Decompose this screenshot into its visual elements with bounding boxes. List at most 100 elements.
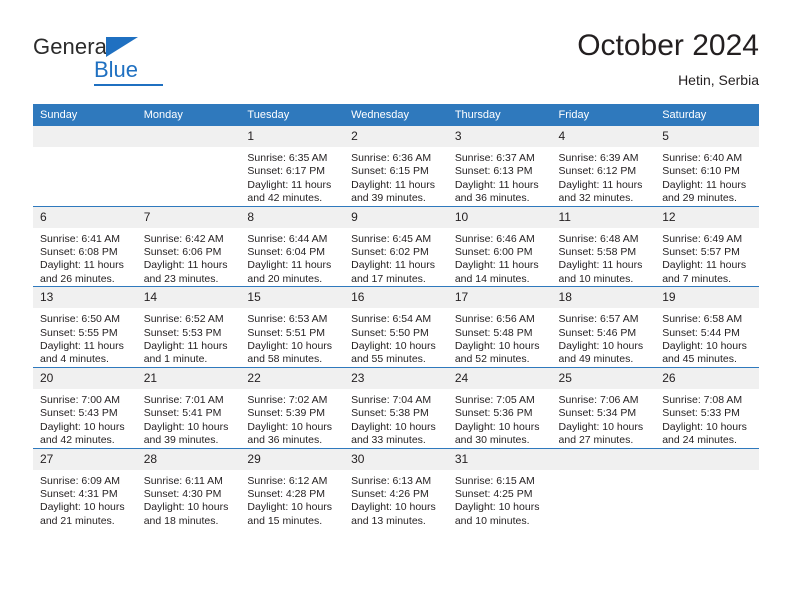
calendar-day-cell[interactable]: 18 Sunrise: 6:57 AM Sunset: 5:46 PM Dayligh… bbox=[551, 286, 656, 368]
sunset-time: Sunset: 4:28 PM bbox=[247, 487, 326, 500]
calendar-day-cell[interactable]: 12 Sunrise: 6:49 AM Sunset: 5:57 PM Dayligh… bbox=[655, 205, 759, 287]
calendar-day-cell[interactable]: 27 Sunrise: 6:09 AM Sunset: 4:31 PM Dayligh… bbox=[33, 447, 137, 529]
calendar-day-cell[interactable]: 24 Sunrise: 7:05 AM Sunset: 5:36 PM Dayligh… bbox=[447, 366, 552, 448]
daylight-duration-line1: Daylight: 10 hours bbox=[454, 501, 540, 514]
day-number: 12 bbox=[655, 206, 759, 228]
day-details: Sunrise: 6:49 AM Sunset: 5:57 PM Daylight:… bbox=[655, 228, 759, 287]
daylight-duration-line2: and 42 minutes. bbox=[40, 434, 115, 447]
calendar-day-cell[interactable]: 1 Sunrise: 6:35 AM Sunset: 6:17 PM Daylight… bbox=[240, 126, 345, 207]
sunset-time: Sunset: 5:41 PM bbox=[143, 407, 222, 420]
calendar-day-cell[interactable]: 23 Sunrise: 7:04 AM Sunset: 5:38 PM Dayligh… bbox=[344, 366, 448, 448]
calendar-day-cell[interactable]: 11 Sunrise: 6:48 AM Sunset: 5:58 PM Dayligh… bbox=[551, 205, 656, 287]
day-details: Sunrise: 6:11 AM Sunset: 4:30 PM Daylight:… bbox=[137, 470, 241, 529]
sunrise-time: Sunrise: 6:09 AM bbox=[40, 474, 120, 487]
sunset-time: Sunset: 4:30 PM bbox=[143, 487, 222, 500]
daylight-duration-line2: and 17 minutes. bbox=[351, 272, 426, 285]
calendar-day-cell[interactable]: 22 Sunrise: 7:02 AM Sunset: 5:39 PM Dayligh… bbox=[240, 366, 345, 448]
calendar-day-cell[interactable]: 14 Sunrise: 6:52 AM Sunset: 5:53 PM Dayligh… bbox=[136, 286, 241, 368]
calendar-day-cell[interactable]: 8 Sunrise: 6:44 AM Sunset: 6:04 PM Daylight… bbox=[240, 205, 345, 287]
daylight-duration-line1: Daylight: 11 hours bbox=[558, 178, 643, 191]
daylight-duration-line2: and 13 minutes. bbox=[351, 514, 426, 527]
sunset-time: Sunset: 5:38 PM bbox=[351, 407, 429, 420]
daylight-duration-line1: Daylight: 10 hours bbox=[558, 340, 644, 353]
day-number: 18 bbox=[551, 287, 656, 309]
daylight-duration-line2: and 27 minutes. bbox=[558, 434, 634, 447]
sunrise-time: Sunrise: 6:50 AM bbox=[40, 313, 120, 326]
day-number: 21 bbox=[136, 367, 241, 389]
calendar-day-cell[interactable]: 3 Sunrise: 6:37 AM Sunset: 6:13 PM Daylight… bbox=[447, 126, 552, 207]
calendar-day-cell[interactable]: 7 Sunrise: 6:42 AM Sunset: 6:06 PM Daylight… bbox=[136, 205, 241, 287]
day-number: 17 bbox=[447, 287, 552, 309]
day-number: 22 bbox=[240, 367, 345, 389]
daylight-duration-line2: and 58 minutes. bbox=[247, 353, 323, 366]
day-number: 26 bbox=[655, 367, 759, 389]
calendar-day-cell[interactable]: 19 Sunrise: 6:58 AM Sunset: 5:44 PM Dayligh… bbox=[655, 286, 759, 368]
daylight-duration-line1: Daylight: 10 hours bbox=[454, 420, 540, 433]
day-details: Sunrise: 6:48 AM Sunset: 5:58 PM Daylight:… bbox=[552, 228, 656, 287]
calendar-day-cell[interactable]: 31 Sunrise: 6:15 AM Sunset: 4:25 PM Dayligh… bbox=[447, 447, 552, 529]
calendar-day-cell[interactable]: 9 Sunrise: 6:45 AM Sunset: 6:02 PM Daylight… bbox=[344, 205, 448, 287]
calendar-day-cell[interactable]: 17 Sunrise: 6:56 AM Sunset: 5:48 PM Dayligh… bbox=[447, 286, 552, 368]
calendar-day-cell[interactable]: 29 Sunrise: 6:12 AM Sunset: 4:28 PM Dayligh… bbox=[240, 447, 345, 529]
calendar-day-cell[interactable]: 25 Sunrise: 7:06 AM Sunset: 5:34 PM Dayligh… bbox=[551, 366, 656, 448]
general-blue-logo[interactable]: General Blue bbox=[33, 34, 263, 92]
daylight-duration-line2: and 32 minutes. bbox=[558, 192, 634, 205]
sunset-time: Sunset: 5:50 PM bbox=[351, 326, 429, 339]
daylight-duration-line2: and 52 minutes. bbox=[454, 353, 530, 366]
calendar-day-cell[interactable]: 30 Sunrise: 6:13 AM Sunset: 4:26 PM Dayligh… bbox=[344, 447, 448, 529]
calendar-day-cell-empty bbox=[33, 126, 137, 207]
daylight-duration-line2: and 26 minutes. bbox=[40, 272, 115, 285]
calendar-day-cell[interactable]: 21 Sunrise: 7:01 AM Sunset: 5:41 PM Dayligh… bbox=[136, 366, 241, 448]
daylight-duration-line2: and 36 minutes. bbox=[247, 434, 323, 447]
day-details: Sunrise: 6:35 AM Sunset: 6:17 PM Daylight:… bbox=[240, 147, 344, 206]
daylight-duration-line1: Daylight: 11 hours bbox=[351, 259, 435, 272]
day-details: Sunrise: 6:46 AM Sunset: 6:00 PM Daylight:… bbox=[448, 228, 552, 287]
calendar-day-cell[interactable]: 15 Sunrise: 6:53 AM Sunset: 5:51 PM Dayligh… bbox=[240, 286, 345, 368]
calendar-day-cell[interactable]: 13 Sunrise: 6:50 AM Sunset: 5:55 PM Dayligh… bbox=[33, 286, 137, 368]
day-details: Sunrise: 6:37 AM Sunset: 6:13 PM Daylight:… bbox=[448, 147, 552, 206]
sunrise-time: Sunrise: 6:40 AM bbox=[662, 152, 743, 164]
weekday-header-monday: Monday bbox=[136, 104, 241, 126]
calendar-day-cell-empty bbox=[655, 447, 759, 529]
daylight-duration-line2: and 39 minutes. bbox=[143, 434, 219, 447]
calendar-day-cell[interactable]: 2 Sunrise: 6:36 AM Sunset: 6:15 PM Daylight… bbox=[344, 126, 448, 207]
daylight-duration-line1: Daylight: 10 hours bbox=[143, 420, 229, 433]
day-details: Sunrise: 6:15 AM Sunset: 4:25 PM Daylight:… bbox=[448, 470, 552, 529]
day-number: 11 bbox=[551, 206, 656, 228]
calendar-day-cell[interactable]: 4 Sunrise: 6:39 AM Sunset: 6:12 PM Daylight… bbox=[551, 126, 656, 207]
sunset-time: Sunset: 5:44 PM bbox=[662, 326, 740, 339]
calendar-day-cell[interactable]: 10 Sunrise: 6:46 AM Sunset: 6:00 PM Dayligh… bbox=[447, 205, 552, 287]
daylight-duration-line1: Daylight: 10 hours bbox=[143, 501, 229, 514]
sunrise-time: Sunrise: 6:36 AM bbox=[351, 152, 432, 164]
day-details: Sunrise: 6:58 AM Sunset: 5:44 PM Daylight:… bbox=[655, 308, 759, 367]
daylight-duration-line1: Daylight: 11 hours bbox=[558, 259, 643, 272]
calendar-day-cell[interactable]: 5 Sunrise: 6:40 AM Sunset: 6:10 PM Daylight… bbox=[655, 126, 759, 207]
calendar-day-cell[interactable]: 16 Sunrise: 6:54 AM Sunset: 5:50 PM Dayligh… bbox=[344, 286, 448, 368]
daylight-duration-line1: Daylight: 10 hours bbox=[558, 420, 644, 433]
sunrise-time: Sunrise: 6:12 AM bbox=[247, 474, 328, 487]
calendar-header-row: Sunday Monday Tuesday Wednesday Thursday… bbox=[33, 104, 759, 126]
sunrise-time: Sunrise: 6:35 AM bbox=[247, 152, 328, 164]
calendar-day-cell[interactable]: 6 Sunrise: 6:41 AM Sunset: 6:08 PM Daylight… bbox=[33, 205, 137, 287]
day-details: Sunrise: 6:57 AM Sunset: 5:46 PM Daylight:… bbox=[552, 308, 656, 367]
day-details: Sunrise: 6:53 AM Sunset: 5:51 PM Daylight:… bbox=[240, 308, 344, 367]
sunset-time: Sunset: 5:36 PM bbox=[454, 407, 533, 420]
calendar-day-cell[interactable]: 20 Sunrise: 7:00 AM Sunset: 5:43 PM Dayligh… bbox=[33, 366, 137, 448]
day-number: 16 bbox=[344, 287, 448, 309]
calendar-day-cell-empty bbox=[551, 447, 656, 529]
logo-underline bbox=[94, 84, 163, 86]
daylight-duration-line1: Daylight: 11 hours bbox=[662, 178, 747, 191]
day-number: 5 bbox=[655, 126, 759, 147]
sunset-time: Sunset: 5:58 PM bbox=[558, 246, 637, 259]
daylight-duration-line2: and 10 minutes. bbox=[558, 272, 634, 285]
daylight-duration-line1: Daylight: 10 hours bbox=[247, 420, 333, 433]
daylight-duration-line1: Daylight: 11 hours bbox=[454, 259, 539, 272]
calendar-day-cell[interactable]: 28 Sunrise: 6:11 AM Sunset: 4:30 PM Dayligh… bbox=[136, 447, 241, 529]
daylight-duration-line2: and 18 minutes. bbox=[143, 514, 219, 527]
day-details: Sunrise: 6:09 AM Sunset: 4:31 PM Daylight:… bbox=[33, 470, 137, 529]
calendar-day-cell[interactable]: 26 Sunrise: 7:08 AM Sunset: 5:33 PM Dayligh… bbox=[655, 366, 759, 448]
calendar-week-row: 6 Sunrise: 6:41 AM Sunset: 6:08 PM Daylight… bbox=[33, 205, 759, 287]
daylight-duration-line1: Daylight: 10 hours bbox=[351, 340, 436, 353]
daylight-duration-line1: Daylight: 11 hours bbox=[351, 178, 435, 191]
daylight-duration-line2: and 55 minutes. bbox=[351, 353, 426, 366]
